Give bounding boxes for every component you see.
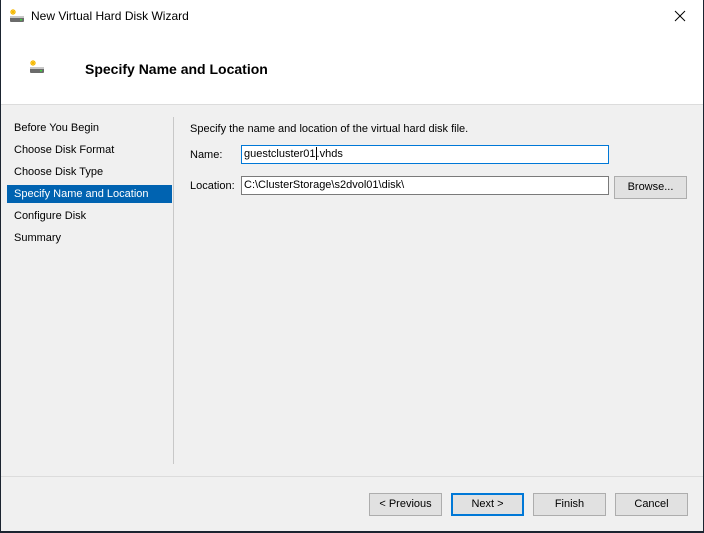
window-title: New Virtual Hard Disk Wizard	[31, 9, 189, 23]
location-label: Location:	[190, 180, 235, 192]
step-configure-disk[interactable]: Configure Disk	[7, 207, 172, 225]
title-bar: New Virtual Hard Disk Wizard	[1, 0, 703, 31]
footer-divider	[1, 476, 703, 477]
previous-button[interactable]: < Previous	[369, 493, 442, 516]
step-choose-disk-format[interactable]: Choose Disk Format	[7, 141, 172, 159]
close-button[interactable]	[657, 0, 703, 31]
next-button[interactable]: Next >	[451, 493, 524, 516]
cancel-button[interactable]: Cancel	[615, 493, 688, 516]
browse-button[interactable]: Browse...	[614, 176, 687, 199]
new-disk-icon	[10, 9, 24, 22]
finish-button[interactable]: Finish	[533, 493, 606, 516]
name-value-part1: guestcluster01	[244, 148, 316, 160]
wizard-window: New Virtual Hard Disk Wizard Specify Nam…	[0, 0, 704, 532]
wizard-header: Specify Name and Location	[1, 31, 703, 105]
name-value-part2: .vhds	[316, 148, 343, 160]
page-title: Specify Name and Location	[85, 61, 268, 77]
sidebar-divider	[173, 117, 174, 464]
step-choose-disk-type[interactable]: Choose Disk Type	[7, 163, 172, 181]
new-disk-icon	[30, 60, 44, 73]
close-icon	[674, 10, 686, 21]
step-before-you-begin[interactable]: Before You Begin	[7, 119, 172, 137]
step-summary[interactable]: Summary	[7, 229, 172, 247]
location-input[interactable]: C:\ClusterStorage\s2dvol01\disk\	[241, 176, 609, 195]
page-description: Specify the name and location of the vir…	[190, 123, 469, 135]
step-specify-name-and-location[interactable]: Specify Name and Location	[7, 185, 172, 203]
name-input[interactable]: guestcluster01.vhds	[241, 145, 609, 164]
name-label: Name:	[190, 149, 223, 161]
